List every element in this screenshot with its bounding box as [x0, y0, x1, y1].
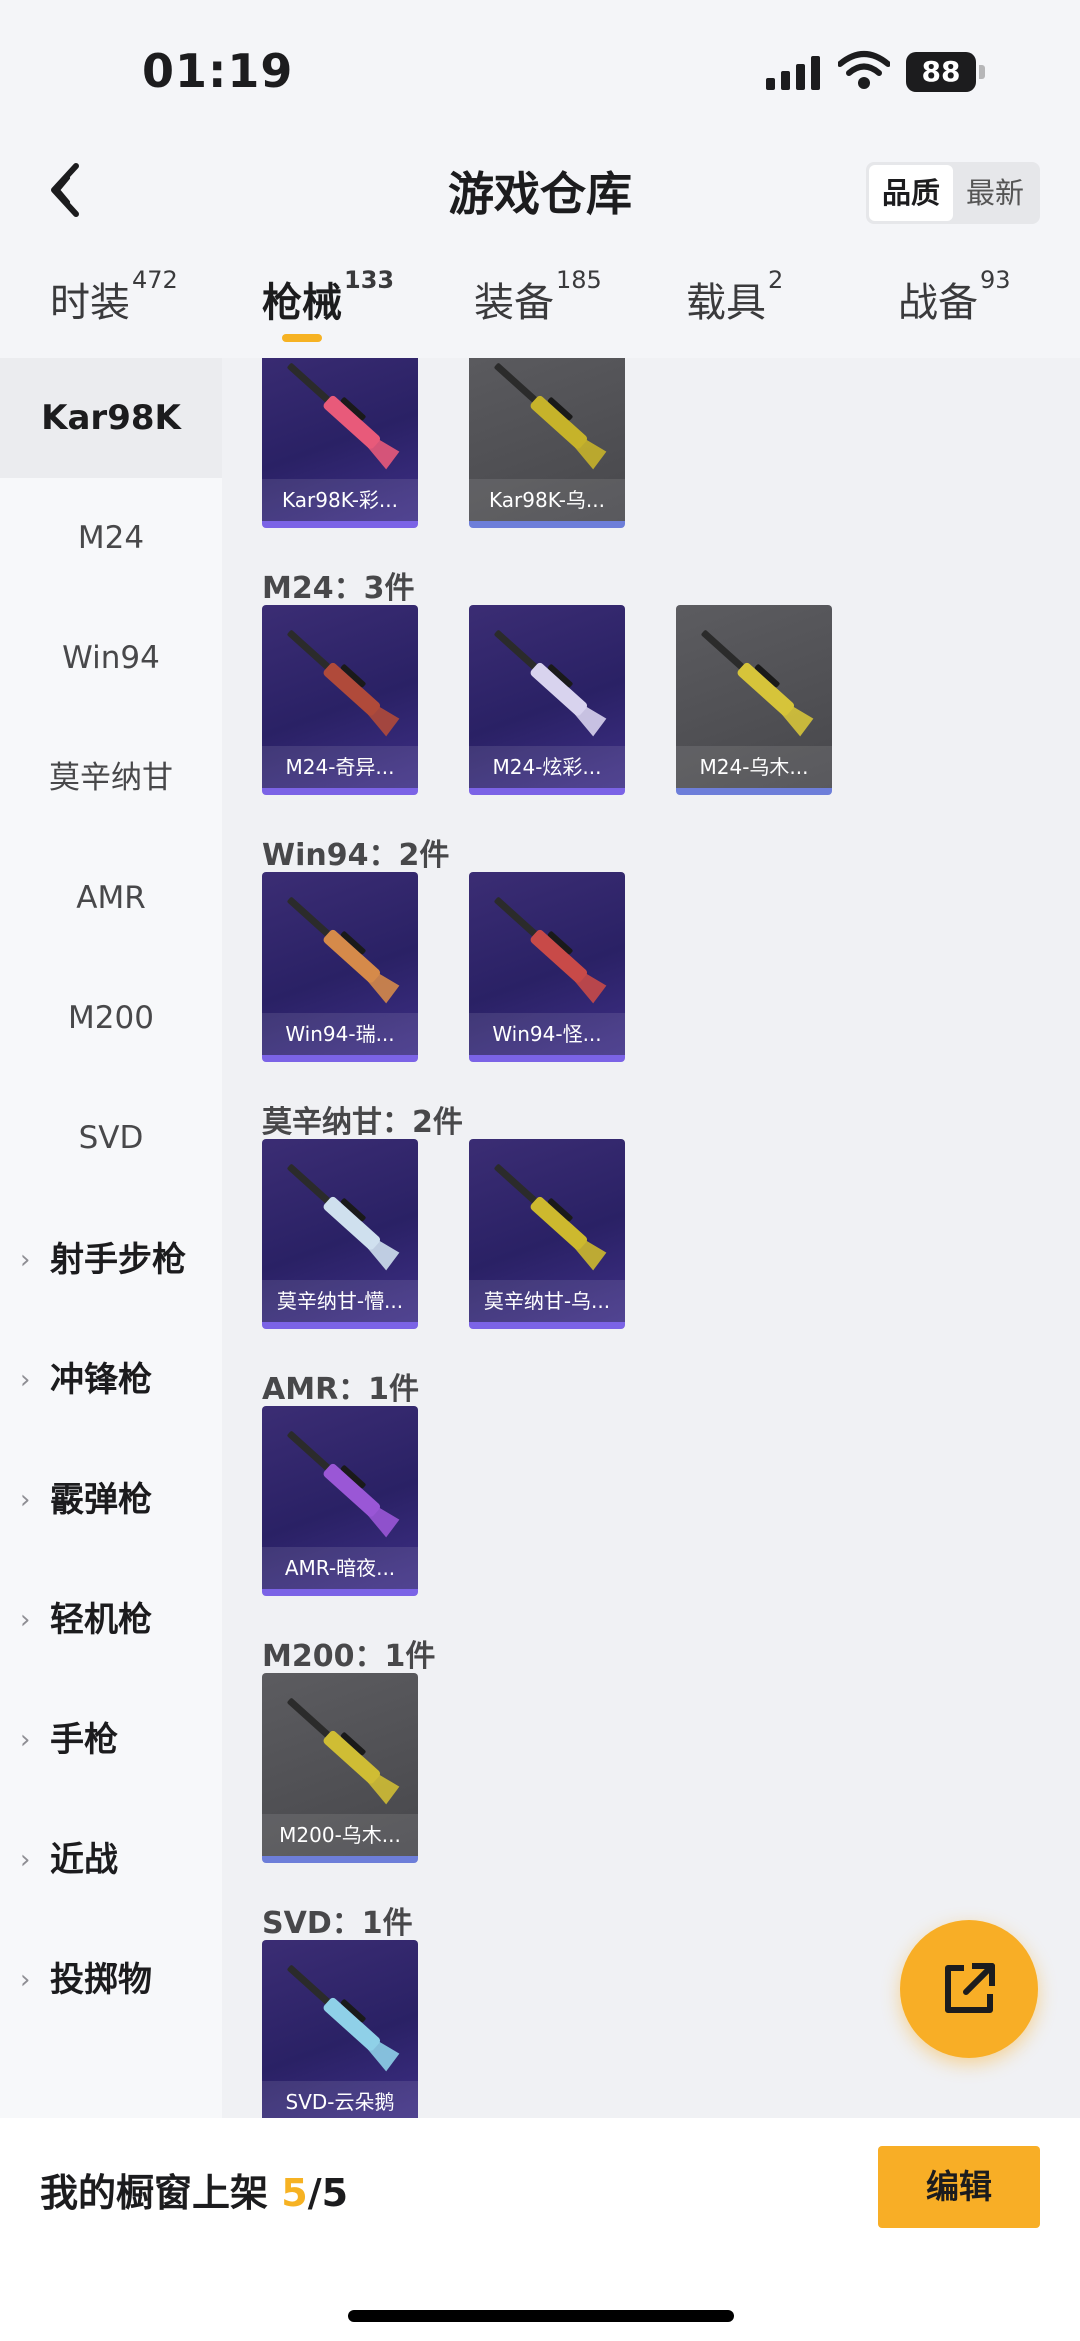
tab-count: 2 [768, 266, 784, 294]
wifi-icon [838, 51, 890, 89]
weapon-card-label: Win94-瑞... [262, 1013, 418, 1055]
rifle-icon [287, 363, 400, 470]
chevron-right-icon: › [20, 1725, 31, 1755]
rifle-icon [494, 897, 607, 1004]
tab-vehicles[interactable]: 载具2 [686, 266, 783, 328]
weapon-card-label: SVD-云朵鹅 [262, 2081, 418, 2118]
rifle-icon [287, 897, 400, 1004]
weapon-card-label: M24-乌木... [676, 746, 832, 788]
sidebar-item-win94[interactable]: Win94 [0, 598, 222, 718]
tab-count: 185 [556, 266, 602, 294]
rifle-icon [287, 1698, 400, 1805]
weapon-grid: Kar98K-彩... Kar98K-乌... M24：3件 M24-奇异... M24… [222, 358, 1080, 2118]
weapon-card[interactable]: Win94-怪... [469, 872, 625, 1062]
active-tab-indicator [282, 334, 322, 342]
chevron-right-icon: › [20, 1365, 31, 1395]
chevron-right-icon: › [20, 1485, 31, 1515]
status-time: 01:19 [142, 44, 294, 98]
weapon-card[interactable]: Win94-瑞... [262, 872, 418, 1062]
category-tabs: 时装472 枪械133 装备185 载具2 战备93 [0, 250, 1080, 358]
section-title: AMR：1件 [262, 1372, 420, 1407]
sidebar-cat-throwable[interactable]: › 投掷物 [0, 1920, 222, 2040]
rifle-icon [287, 630, 400, 737]
rifle-icon [287, 1965, 400, 2072]
showcase-total: /5 [307, 2171, 349, 2215]
sidebar-item-kar98k[interactable]: Kar98K [0, 358, 222, 478]
header: 游戏仓库 品质 最新 [0, 130, 1080, 250]
home-indicator [348, 2310, 734, 2322]
rifle-icon [287, 1164, 400, 1271]
battery-icon: 88 [906, 52, 986, 92]
section-title: M200：1件 [262, 1639, 436, 1674]
weapon-card[interactable]: Kar98K-彩... [262, 358, 418, 528]
tab-count: 472 [132, 266, 178, 294]
weapon-card[interactable]: M200-乌木... [262, 1673, 418, 1863]
tab-equipment[interactable]: 装备185 [474, 266, 602, 328]
section-title: 莫辛纳甘：2件 [262, 1105, 463, 1140]
weapon-card-label: Win94-怪... [469, 1013, 625, 1055]
weapon-card[interactable]: 莫辛纳甘-乌... [469, 1139, 625, 1329]
weapon-card[interactable]: M24-炫彩... [469, 605, 625, 795]
rifle-icon [494, 630, 607, 737]
weapon-card[interactable]: SVD-云朵鹅 [262, 1940, 418, 2118]
showcase-bar: 我的橱窗上架 5/5 编辑 [0, 2118, 1080, 2341]
weapon-card-label: 莫辛纳甘-乌... [469, 1280, 625, 1322]
sidebar-cat-smg[interactable]: › 冲锋枪 [0, 1320, 222, 1440]
sidebar-item-mosin[interactable]: 莫辛纳甘 [0, 718, 222, 838]
chevron-right-icon: › [20, 1965, 31, 1995]
share-button[interactable] [900, 1920, 1038, 2058]
sort-quality-option[interactable]: 品质 [869, 165, 953, 221]
section-title: SVD：1件 [262, 1906, 413, 1941]
sidebar-cat-lmg[interactable]: › 轻机枪 [0, 1560, 222, 1680]
sidebar-item-svd[interactable]: SVD [0, 1078, 222, 1198]
weapon-card-label: M24-炫彩... [469, 746, 625, 788]
weapon-card[interactable]: M24-乌木... [676, 605, 832, 795]
rifle-icon [494, 363, 607, 470]
share-icon [945, 1963, 995, 2013]
tab-guns[interactable]: 枪械133 [262, 266, 394, 328]
weapon-card[interactable]: Kar98K-乌... [469, 358, 625, 528]
weapon-card-label: Kar98K-彩... [262, 479, 418, 521]
chevron-right-icon: › [20, 1605, 31, 1635]
tab-count: 133 [344, 266, 395, 294]
sidebar-cat-dmr[interactable]: › 射手步枪 [0, 1200, 222, 1320]
section-title: M24：3件 [262, 571, 415, 606]
sidebar: Kar98K M24 Win94 莫辛纳甘 AMR M200 SVD › 射手步枪… [0, 358, 222, 2118]
sort-toggle: 品质 最新 [866, 162, 1040, 224]
tab-supplies[interactable]: 战备93 [898, 266, 1011, 328]
chevron-right-icon: › [20, 1845, 31, 1875]
tab-outfits[interactable]: 时装472 [50, 266, 178, 328]
weapon-card-label: M200-乌木... [262, 1814, 418, 1856]
showcase-status: 我的橱窗上架 5/5 [40, 2171, 349, 2215]
sidebar-cat-pistol[interactable]: › 手枪 [0, 1680, 222, 1800]
rifle-icon [287, 1431, 400, 1538]
sidebar-item-m24[interactable]: M24 [0, 478, 222, 598]
edit-button[interactable]: 编辑 [878, 2146, 1040, 2228]
battery-level: 88 [906, 52, 976, 92]
cellular-signal-icon [766, 56, 820, 90]
tab-count: 93 [980, 266, 1011, 294]
rifle-icon [701, 630, 814, 737]
section-title: Win94：2件 [262, 838, 450, 873]
showcase-current-count: 5 [281, 2171, 308, 2215]
rifle-icon [494, 1164, 607, 1271]
weapon-card[interactable]: AMR-暗夜... [262, 1406, 418, 1596]
weapon-card-label: Kar98K-乌... [469, 479, 625, 521]
weapon-card[interactable]: 莫辛纳甘-懵... [262, 1139, 418, 1329]
status-bar: 01:19 88 [0, 0, 1080, 130]
sidebar-cat-melee[interactable]: › 近战 [0, 1800, 222, 1920]
sidebar-cat-shotgun[interactable]: › 霰弹枪 [0, 1440, 222, 1560]
weapon-card[interactable]: M24-奇异... [262, 605, 418, 795]
sort-newest-option[interactable]: 最新 [953, 165, 1037, 221]
weapon-card-label: 莫辛纳甘-懵... [262, 1280, 418, 1322]
sidebar-item-m200[interactable]: M200 [0, 958, 222, 1078]
weapon-card-label: AMR-暗夜... [262, 1547, 418, 1589]
chevron-right-icon: › [20, 1245, 31, 1275]
sidebar-item-amr[interactable]: AMR [0, 838, 222, 958]
weapon-card-label: M24-奇异... [262, 746, 418, 788]
